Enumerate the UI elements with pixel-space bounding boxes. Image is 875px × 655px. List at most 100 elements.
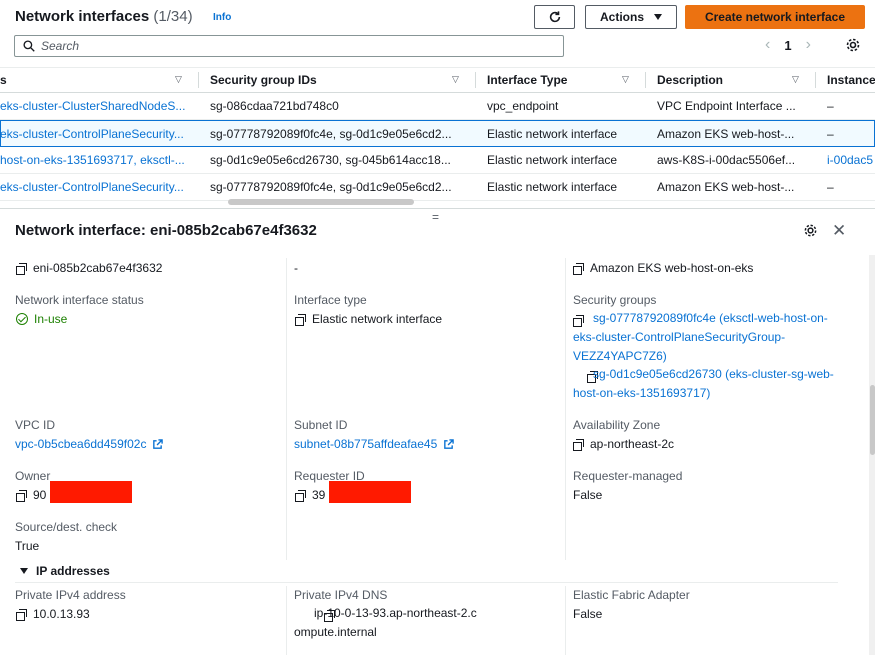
table-cell: –	[827, 127, 834, 141]
chevron-right-icon[interactable]: ›	[806, 36, 811, 54]
column-divider	[565, 258, 566, 560]
create-network-interface-button[interactable]: Create network interface	[685, 5, 865, 29]
pagination: ‹ 1 ›	[765, 36, 811, 54]
description-text: Amazon EKS web-host-on-eks	[590, 261, 754, 275]
subnet-id-label: Subnet ID	[294, 418, 348, 432]
efa-value: False	[573, 607, 603, 621]
column-header-security-groups[interactable]: Security group IDs	[210, 73, 317, 87]
refresh-button[interactable]	[534, 5, 575, 29]
subnet-id-link[interactable]: subnet-08b775affdeafae45	[294, 437, 455, 451]
availability-zone-text: ap-northeast-2c	[590, 437, 675, 451]
ip-addresses-section-toggle[interactable]: IP addresses	[20, 564, 110, 578]
table-row-selected[interactable]: eks-cluster-ControlPlaneSecurity... sg-0…	[0, 120, 875, 147]
security-groups-label: Security groups	[573, 293, 657, 307]
table-cell[interactable]: eks-cluster-ControlPlaneSecurity...	[0, 127, 190, 141]
source-dest-check-value: True	[15, 539, 40, 553]
table-cell: sg-07778792089f0fc4e, sg-0d1c9e05e6cd2..…	[210, 180, 452, 194]
chevron-left-icon[interactable]: ‹	[765, 36, 770, 54]
eni-id-value: eni-085b2cab67e4f3632	[16, 261, 162, 275]
owner-text: 90	[33, 488, 47, 502]
table-row[interactable]: eks-cluster-ClusterSharedNodeS... sg-086…	[0, 93, 875, 120]
column-header-instance[interactable]: Instance	[827, 73, 875, 87]
copy-icon[interactable]	[16, 262, 27, 275]
copy-icon[interactable]	[295, 313, 306, 326]
source-dest-check-label: Source/dest. check	[15, 520, 118, 534]
refresh-icon	[549, 11, 560, 23]
table-cell: VPC Endpoint Interface ...	[657, 99, 796, 113]
external-link-icon	[153, 438, 164, 449]
table-cell: sg-086cdaa721bd748c0	[210, 99, 339, 113]
copy-icon[interactable]	[16, 489, 27, 502]
copy-icon[interactable]	[573, 438, 584, 451]
column-divider[interactable]	[645, 72, 646, 88]
availability-zone-value: ap-northeast-2c	[573, 437, 674, 451]
column-header-interface-type[interactable]: Interface Type	[487, 73, 567, 87]
sort-caret-icon[interactable]: ▽	[792, 74, 799, 85]
caret-down-icon	[654, 14, 662, 20]
status-label: Network interface status	[15, 293, 144, 307]
col2-top-value: -	[294, 261, 298, 275]
subnet-id-text[interactable]: subnet-08b775affdeafae45	[294, 437, 437, 451]
copy-icon[interactable]	[16, 608, 27, 621]
sort-caret-icon[interactable]: ▽	[622, 74, 629, 85]
info-link[interactable]: Info	[213, 12, 231, 23]
search-bar	[14, 35, 564, 57]
security-group-link[interactable]: sg-0d1c9e05e6cd26730 (eks-cluster-sg-web…	[573, 365, 843, 403]
vertical-scrollbar-thumb[interactable]	[870, 385, 875, 455]
column-header-name[interactable]: s	[0, 73, 7, 87]
table-cell: sg-07778792089f0fc4e, sg-0d1c9e05e6cd2..…	[210, 127, 452, 141]
page-title-text: Network interfaces	[15, 8, 150, 25]
actions-button[interactable]: Actions	[585, 5, 677, 29]
table-cell: Amazon EKS web-host-...	[657, 180, 795, 194]
efa-label: Elastic Fabric Adapter	[573, 588, 690, 602]
vertical-scrollbar-track[interactable]	[869, 255, 875, 655]
sort-caret-icon[interactable]: ▽	[175, 74, 182, 85]
vpc-id-link[interactable]: vpc-0b5cbea6dd459f02c	[15, 437, 164, 451]
ip-addresses-heading: IP addresses	[36, 564, 110, 578]
copy-icon[interactable]	[295, 489, 306, 502]
column-divider[interactable]	[815, 72, 816, 88]
table-cell[interactable]: i-00dac5	[827, 153, 875, 167]
table-cell: Elastic network interface	[487, 127, 618, 141]
table-row[interactable]: eks-cluster-ControlPlaneSecurity... sg-0…	[0, 174, 875, 201]
status-text: In-use	[34, 312, 68, 326]
table-cell[interactable]: eks-cluster-ClusterSharedNodeS...	[0, 99, 190, 113]
security-group-link[interactable]: sg-07778792089f0fc4e (eksctl-web-host-on…	[573, 309, 843, 366]
drag-handle-icon[interactable]: =	[432, 210, 439, 224]
requester-managed-label: Requester-managed	[573, 469, 683, 483]
private-ipv4-value: 10.0.13.93	[16, 607, 90, 621]
section-divider	[15, 582, 838, 583]
horizontal-scrollbar[interactable]	[228, 199, 414, 205]
panel-splitter[interactable]	[0, 208, 875, 209]
page-title: Network interfaces (1/34)	[15, 8, 193, 25]
requester-id-value: 39	[295, 488, 325, 502]
copy-icon[interactable]	[573, 262, 584, 275]
table-cell[interactable]: host-on-eks-1351693717, eksctl-...	[0, 153, 190, 167]
column-header-description[interactable]: Description	[657, 73, 723, 87]
settings-gear-icon[interactable]	[845, 37, 861, 56]
selection-count: (1/34)	[153, 8, 193, 25]
vpc-id-text[interactable]: vpc-0b5cbea6dd459f02c	[15, 437, 146, 451]
column-divider[interactable]	[475, 72, 476, 88]
interface-type-label: Interface type	[294, 293, 367, 307]
owner-value: 90	[16, 488, 46, 502]
table-cell: Amazon EKS web-host-...	[657, 127, 795, 141]
settings-gear-icon[interactable]	[803, 223, 818, 241]
column-divider[interactable]	[198, 72, 199, 88]
page-number[interactable]: 1	[784, 38, 791, 53]
detail-title: Network interface: eni-085b2cab67e4f3632	[15, 222, 317, 239]
private-ipv4-text: 10.0.13.93	[33, 607, 90, 621]
private-ipv4-label: Private IPv4 address	[15, 588, 126, 602]
status-badge: In-use	[16, 312, 67, 326]
table-row[interactable]: host-on-eks-1351693717, eksctl-... sg-0d…	[0, 147, 875, 174]
private-dns-label: Private IPv4 DNS	[294, 588, 388, 602]
table-cell[interactable]: eks-cluster-ControlPlaneSecurity...	[0, 180, 190, 194]
search-input[interactable]	[41, 39, 541, 53]
expand-triangle-icon	[20, 568, 28, 574]
availability-zone-label: Availability Zone	[573, 418, 661, 432]
table-cell: sg-0d1c9e05e6cd26730, sg-045b614acc18...	[210, 153, 451, 167]
table-cell: –	[827, 99, 834, 113]
sort-caret-icon[interactable]: ▽	[452, 74, 459, 85]
requester-managed-value: False	[573, 488, 603, 502]
close-icon[interactable]: ✕	[832, 221, 846, 241]
